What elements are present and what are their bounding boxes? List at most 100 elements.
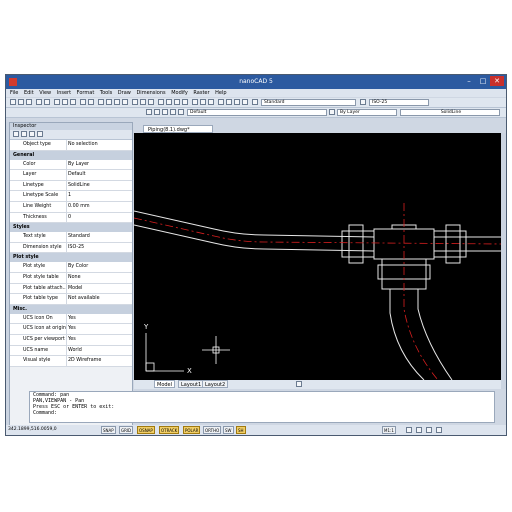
menu-edit[interactable]: Edit [24, 89, 34, 97]
layer-manager-icon[interactable] [146, 109, 152, 115]
redo-icon[interactable] [88, 99, 94, 105]
color-select[interactable]: By Layer [337, 109, 397, 116]
row-value[interactable]: 0 [68, 215, 71, 220]
toggle-otrack[interactable]: OTRACK [159, 426, 180, 434]
undo-icon[interactable] [80, 99, 86, 105]
toggle-snap[interactable]: SNAP [101, 426, 116, 434]
workspace-icon[interactable] [416, 427, 422, 433]
arc-icon[interactable] [182, 99, 188, 105]
close-icon[interactable]: ✕ [490, 76, 504, 86]
menu-dimensions[interactable]: Dimensions [136, 89, 165, 97]
inspector-row: Line Weight 0.00 mm [10, 201, 132, 213]
document-tab[interactable]: Piping(8.1).dwg* [143, 125, 213, 133]
toggle-osnap[interactable]: OSNAP [137, 426, 155, 434]
section-styles[interactable]: Styles [10, 223, 132, 233]
row-value[interactable]: 0.00 mm [68, 204, 90, 209]
settings-icon[interactable] [436, 427, 442, 433]
row-value[interactable]: Yes [68, 337, 76, 342]
linetype-select[interactable]: SolidLine [400, 109, 500, 116]
block-icon[interactable] [226, 99, 232, 105]
zoom-icon[interactable] [106, 99, 112, 105]
section-misc[interactable]: Misc. [10, 304, 132, 314]
row-value[interactable]: Standard [68, 234, 90, 239]
maximize-icon[interactable]: □ [476, 76, 490, 86]
image-icon[interactable] [234, 99, 240, 105]
tab-model[interactable]: Model [154, 380, 176, 388]
lock-toolbars-icon[interactable] [426, 427, 432, 433]
toggle-polar[interactable]: POLAR [183, 426, 201, 434]
layer-state-icon[interactable] [154, 109, 160, 115]
zoom-extents-icon[interactable] [122, 99, 128, 105]
filter-icon[interactable] [21, 131, 27, 137]
row-value[interactable]: ISO-25 [68, 245, 84, 250]
row-value[interactable]: Yes [68, 316, 76, 321]
tab-layout2[interactable]: Layout2 [202, 380, 229, 388]
row-value[interactable]: SolidLine [68, 183, 90, 188]
menu-draw[interactable]: Draw [118, 89, 131, 97]
menu-modify[interactable]: Modify [171, 89, 188, 97]
annotation-icon[interactable] [406, 427, 412, 433]
menu-raster[interactable]: Raster [193, 89, 209, 97]
preview-icon[interactable] [44, 99, 50, 105]
open-file-icon[interactable] [18, 99, 24, 105]
toggle-grid[interactable]: GRID [119, 426, 134, 434]
section-plot-style[interactable]: Plot style [10, 253, 132, 263]
menu-file[interactable]: File [10, 89, 18, 97]
match-properties-icon[interactable] [148, 99, 154, 105]
tab-layout1[interactable]: Layout1 [178, 380, 205, 388]
menu-help[interactable]: Help [215, 89, 226, 97]
line-icon[interactable] [158, 99, 164, 105]
print-icon[interactable] [36, 99, 42, 105]
sort-icon[interactable] [13, 131, 19, 137]
row-value[interactable]: None [68, 275, 81, 280]
pan-icon[interactable] [98, 99, 104, 105]
properties-icon[interactable] [132, 99, 138, 105]
section-general[interactable]: General [10, 150, 132, 160]
save-icon[interactable] [26, 99, 32, 105]
row-value[interactable]: By Color [68, 264, 88, 269]
cut-icon[interactable] [54, 99, 60, 105]
row-value[interactable]: Model [68, 286, 82, 291]
row-value[interactable]: Default [68, 172, 86, 177]
table-icon[interactable] [242, 99, 248, 105]
layers-icon[interactable] [140, 99, 146, 105]
layer-select[interactable]: Default [187, 109, 327, 116]
row-value[interactable]: Not available [68, 296, 100, 301]
dimension-icon[interactable] [218, 99, 224, 105]
row-value[interactable]: By Layer [68, 162, 89, 167]
new-file-icon[interactable] [10, 99, 16, 105]
light-bulb-icon[interactable] [162, 109, 168, 115]
sun-icon[interactable] [170, 109, 176, 115]
zoom-window-icon[interactable] [114, 99, 120, 105]
scale-indicator[interactable]: M1:1 [382, 426, 396, 434]
dimension-style-select[interactable]: ISO-25 [369, 99, 429, 106]
color-swatch-icon[interactable] [329, 109, 335, 115]
quick-select-icon[interactable] [37, 131, 43, 137]
row-value[interactable]: 1 [68, 193, 71, 198]
menu-tools[interactable]: Tools [100, 89, 112, 97]
menu-insert[interactable]: Insert [57, 89, 71, 97]
text-style-select[interactable]: Standard [261, 99, 356, 106]
text-icon[interactable] [208, 99, 214, 105]
lock-icon[interactable] [178, 109, 184, 115]
toggle-sh[interactable]: SH [236, 426, 246, 434]
paste-icon[interactable] [70, 99, 76, 105]
minimize-icon[interactable]: – [462, 76, 476, 86]
copy-icon[interactable] [62, 99, 68, 105]
row-value[interactable]: 2D Wireframe [68, 358, 101, 363]
rectangle-icon[interactable] [192, 99, 198, 105]
menu-format[interactable]: Format [77, 89, 95, 97]
toggle-ortho[interactable]: ORTHO [203, 426, 222, 434]
polyline-icon[interactable] [166, 99, 172, 105]
hatch-icon[interactable] [200, 99, 206, 105]
row-value[interactable]: Yes [68, 326, 76, 331]
circle-icon[interactable] [174, 99, 180, 105]
row-value[interactable]: No selection [68, 142, 98, 147]
command-line[interactable]: Command: pan PAN,VIEWPAN - Pan Press ESC… [29, 391, 495, 423]
menu-view[interactable]: View [39, 89, 51, 97]
scroll-left-icon[interactable] [296, 381, 302, 387]
select-objects-icon[interactable] [29, 131, 35, 137]
toggle-sw[interactable]: SW [223, 426, 234, 434]
row-value[interactable]: World [68, 348, 82, 353]
drawing-canvas[interactable]: Y X [134, 133, 501, 380]
